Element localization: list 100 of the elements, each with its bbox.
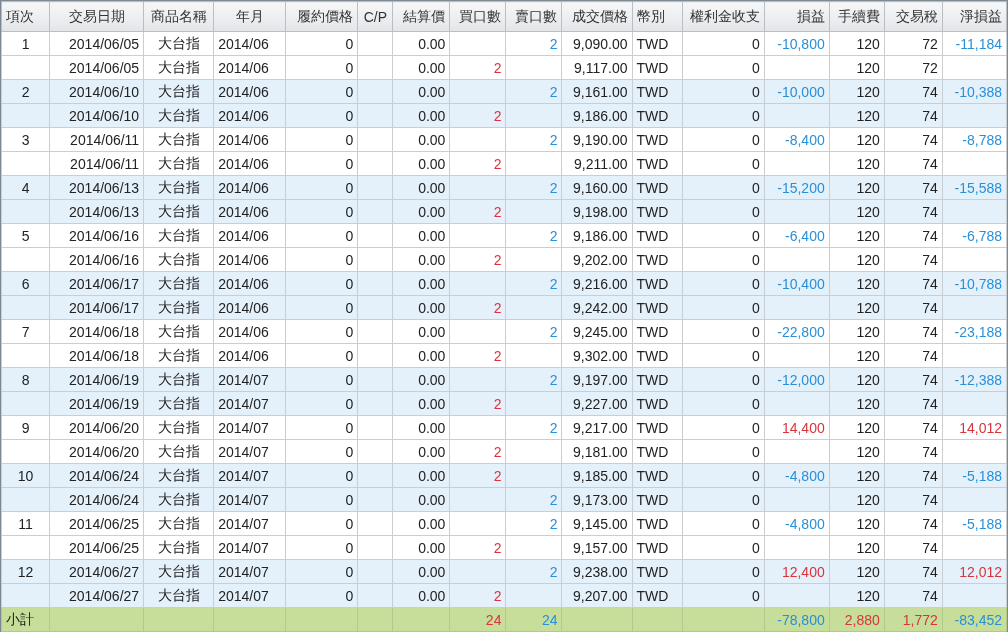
table-cell: 2014/06/13 xyxy=(49,199,144,224)
table-cell: 1 xyxy=(1,31,50,56)
table-cell: 120 xyxy=(829,247,885,272)
table-cell: 4 xyxy=(1,175,50,200)
table-cell: 0 xyxy=(285,415,358,440)
table-cell: 9,190.00 xyxy=(562,127,633,152)
table-cell: 7 xyxy=(1,319,50,344)
table-cell: 120 xyxy=(829,55,885,80)
table-cell: 74 xyxy=(884,127,943,152)
column-header[interactable]: 項次 xyxy=(1,1,50,32)
table-cell: TWD xyxy=(632,55,683,80)
column-header[interactable]: 權利金收支 xyxy=(682,1,765,32)
table-cell: 2014/06 xyxy=(213,247,286,272)
table-cell: 大台指 xyxy=(143,31,214,56)
table-cell: 0.00 xyxy=(392,55,450,80)
table-cell: 0 xyxy=(285,343,358,368)
table-cell: 大台指 xyxy=(143,247,214,272)
column-header[interactable]: 結算價 xyxy=(392,1,450,32)
column-header[interactable]: C/P xyxy=(357,1,393,32)
table-cell: 大台指 xyxy=(143,151,214,176)
table-cell: 9,117.00 xyxy=(562,55,633,80)
table-cell: 2 xyxy=(449,535,506,560)
table-cell: 120 xyxy=(829,31,885,56)
column-header[interactable]: 履約價格 xyxy=(285,1,358,32)
table-cell: 11 xyxy=(1,511,50,536)
table-cell: TWD xyxy=(632,223,683,248)
table-cell: 0 xyxy=(682,151,765,176)
table-cell: 2 xyxy=(505,415,562,440)
table-cell: -6,400 xyxy=(764,223,830,248)
table-cell: 大台指 xyxy=(143,223,214,248)
table-cell: 2014/06/19 xyxy=(49,367,144,392)
table-cell: 2 xyxy=(449,343,506,368)
table-cell: 2014/06/17 xyxy=(49,295,144,320)
table-cell: 74 xyxy=(884,151,943,176)
column-header[interactable]: 手續費 xyxy=(829,1,885,32)
table-cell: 2014/06 xyxy=(213,151,286,176)
table-cell: 120 xyxy=(829,439,885,464)
table-cell: 6 xyxy=(1,271,50,296)
table-cell: 0 xyxy=(285,127,358,152)
table-cell: 2014/06/10 xyxy=(49,79,144,104)
table-cell: 2014/06/13 xyxy=(49,175,144,200)
table-cell: TWD xyxy=(632,439,683,464)
table-cell: -5,188 xyxy=(942,511,1007,536)
table-cell: 2014/07 xyxy=(213,415,286,440)
column-header[interactable]: 買口數 xyxy=(449,1,506,32)
table-cell: 120 xyxy=(829,127,885,152)
table-cell: TWD xyxy=(632,31,683,56)
table-cell: 2 xyxy=(449,439,506,464)
table-cell: 74 xyxy=(884,439,943,464)
column-header[interactable]: 淨損益 xyxy=(942,1,1007,32)
table-cell: 0 xyxy=(682,127,765,152)
table-cell: 14,012 xyxy=(942,415,1007,440)
table-cell: 120 xyxy=(829,415,885,440)
table-cell: 0.00 xyxy=(392,223,450,248)
table-cell: 2014/06 xyxy=(213,319,286,344)
table-cell: -4,800 xyxy=(764,511,830,536)
column-header[interactable]: 交易日期 xyxy=(49,1,144,32)
table-cell: 2014/07 xyxy=(213,439,286,464)
table-cell: -10,800 xyxy=(764,31,830,56)
table-cell: -23,188 xyxy=(942,319,1007,344)
table-cell: -8,788 xyxy=(942,127,1007,152)
column-header[interactable]: 交易稅 xyxy=(884,1,943,32)
table-cell: 2014/06/05 xyxy=(49,31,144,56)
table-cell: 2014/06/17 xyxy=(49,271,144,296)
table-cell: 120 xyxy=(829,343,885,368)
column-header[interactable]: 幣別 xyxy=(632,1,683,32)
table-cell: TWD xyxy=(632,343,683,368)
table-cell: 10 xyxy=(1,463,50,488)
table-cell: 大台指 xyxy=(143,415,214,440)
table-cell: 2014/06 xyxy=(213,223,286,248)
table-cell: 0 xyxy=(285,151,358,176)
table-cell: 0.00 xyxy=(392,151,450,176)
table-cell: 0 xyxy=(285,319,358,344)
table-cell: 0 xyxy=(285,55,358,80)
table-cell: -6,788 xyxy=(942,223,1007,248)
table-cell: 2014/06/11 xyxy=(49,151,144,176)
table-cell: 12 xyxy=(1,559,50,584)
column-header[interactable]: 年月 xyxy=(213,1,286,32)
table-cell: 9 xyxy=(1,415,50,440)
table-cell: 2 xyxy=(449,151,506,176)
table-cell: 74 xyxy=(884,415,943,440)
table-cell: 0 xyxy=(682,439,765,464)
table-cell: 0 xyxy=(285,247,358,272)
table-cell: 0 xyxy=(682,31,765,56)
table-cell: 72 xyxy=(884,55,943,80)
table-cell: 0 xyxy=(682,343,765,368)
table-cell: 2014/06/20 xyxy=(49,415,144,440)
table-cell: TWD xyxy=(632,247,683,272)
column-header[interactable]: 成交價格 xyxy=(562,1,633,32)
column-header[interactable]: 商品名稱 xyxy=(143,1,214,32)
column-header[interactable]: 損益 xyxy=(764,1,830,32)
table-cell: 大台指 xyxy=(143,319,214,344)
table-cell: -11,184 xyxy=(942,31,1007,56)
table-cell: 9,217.00 xyxy=(562,415,633,440)
column-header[interactable]: 賣口數 xyxy=(505,1,562,32)
table-cell: 2014/06/25 xyxy=(49,535,144,560)
table-cell: 0 xyxy=(285,511,358,536)
table-cell: 2014/06/24 xyxy=(49,463,144,488)
table-cell: 大台指 xyxy=(143,439,214,464)
table-cell: 0 xyxy=(682,415,765,440)
